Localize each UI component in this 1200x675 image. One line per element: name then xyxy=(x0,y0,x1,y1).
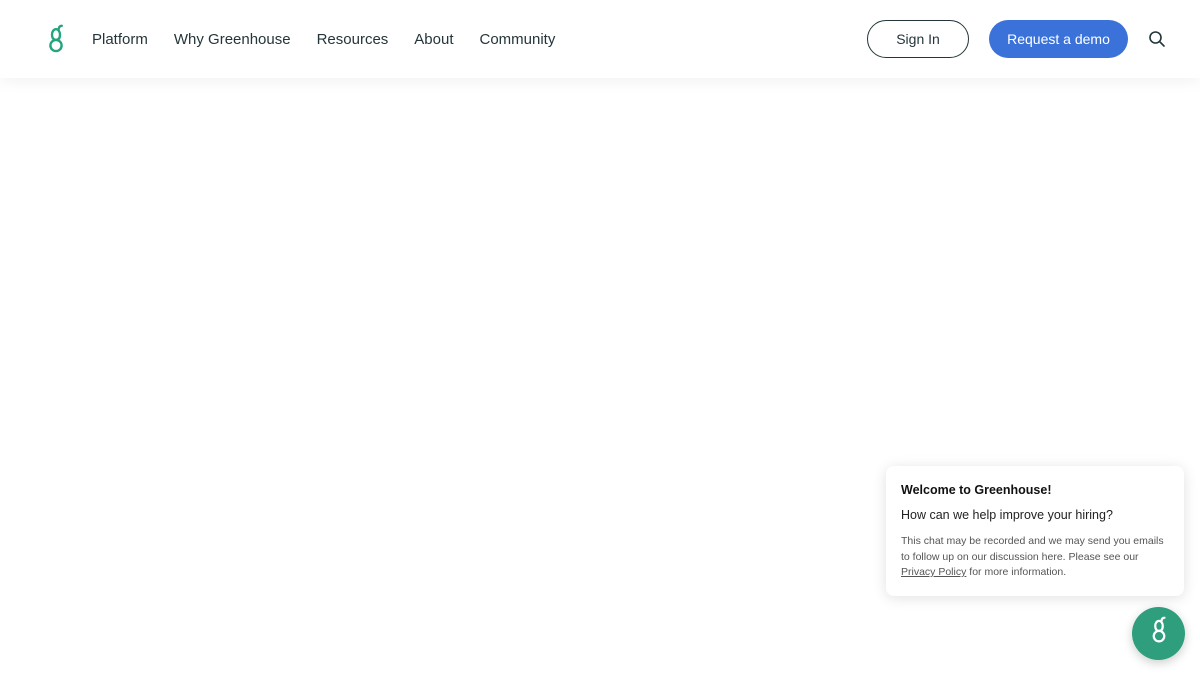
chat-launcher-button[interactable] xyxy=(1132,607,1185,660)
chat-welcome-popup[interactable]: Welcome to Greenhouse! How can we help i… xyxy=(886,466,1184,596)
chat-disclaimer: This chat may be recorded and we may sen… xyxy=(901,534,1169,581)
greenhouse-chat-icon xyxy=(1149,616,1169,651)
nav-community[interactable]: Community xyxy=(480,31,556,48)
nav-resources[interactable]: Resources xyxy=(317,31,389,48)
nav-why-greenhouse[interactable]: Why Greenhouse xyxy=(174,31,291,48)
privacy-policy-link[interactable]: Privacy Policy xyxy=(901,566,966,578)
site-header: Platform Why Greenhouse Resources About … xyxy=(0,0,1200,78)
nav-platform[interactable]: Platform xyxy=(92,31,148,48)
main-nav: Platform Why Greenhouse Resources About … xyxy=(92,0,555,78)
greenhouse-logo-icon[interactable] xyxy=(46,24,66,56)
request-demo-button[interactable]: Request a demo xyxy=(989,20,1128,58)
chat-title: Welcome to Greenhouse! xyxy=(901,483,1052,497)
nav-about[interactable]: About xyxy=(414,31,453,48)
search-icon[interactable] xyxy=(1148,30,1166,48)
chat-disclaimer-text-end: for more information. xyxy=(966,566,1067,578)
page: Platform Why Greenhouse Resources About … xyxy=(0,0,1200,675)
chat-question: How can we help improve your hiring? xyxy=(901,508,1113,522)
sign-in-button[interactable]: Sign In xyxy=(867,20,969,58)
chat-disclaimer-text: This chat may be recorded and we may sen… xyxy=(901,535,1164,563)
